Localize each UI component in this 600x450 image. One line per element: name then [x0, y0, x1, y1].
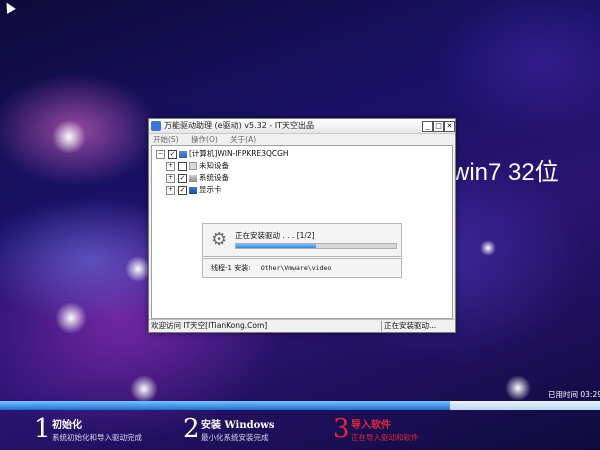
tree-checkbox[interactable]: ✓	[178, 185, 187, 195]
menu-about[interactable]: 关于(A)	[230, 135, 256, 144]
device-tree[interactable]: − ✓ [计算机]WIN-IFPKRE3QCGH + 未知设备 + ✓ 系统设备 + ✓ 显示…	[151, 145, 453, 319]
setup-progress-fill	[0, 401, 450, 410]
window-titlebar[interactable]: 万能驱动助理 (e驱动) v5.32 - IT天空出品 _ □ ✕	[149, 119, 455, 134]
mouse-cursor-icon	[2, 0, 16, 14]
tree-label: 系统设备	[199, 173, 229, 182]
tree-checkbox[interactable]: ✓	[178, 173, 187, 183]
light-flare	[505, 375, 531, 401]
statusbar-divider	[381, 321, 382, 331]
light-flare	[55, 302, 87, 334]
step-number: 3	[333, 414, 350, 444]
window-statusbar: 欢迎访问 IT天空[ITianKong.Com] 正在安装驱动...	[149, 319, 455, 332]
tree-row-unknown[interactable]: + 未知设备	[166, 160, 229, 172]
tree-label: 未知设备	[199, 161, 229, 170]
step-description: 正在导入驱动和软件	[351, 433, 419, 442]
tree-checkbox[interactable]	[178, 161, 187, 171]
install-progress-fill	[236, 244, 316, 248]
light-flare	[130, 375, 158, 403]
expand-icon[interactable]: +	[166, 161, 175, 171]
expand-icon[interactable]: +	[166, 185, 175, 195]
system-device-icon	[189, 174, 197, 182]
install-progress-panel: ⚙ 正在安装驱动 . . . [1/2]	[202, 223, 402, 257]
menu-operate[interactable]: 操作(O)	[191, 135, 218, 144]
tree-checkbox[interactable]: ✓	[168, 149, 177, 159]
gear-icon: ⚙	[211, 229, 228, 250]
computer-icon	[179, 150, 187, 158]
menu-start[interactable]: 开始(S)	[153, 135, 179, 144]
step-number: 2	[183, 414, 200, 444]
statusbar-website-text: 欢迎访问 IT天空[ITianKong.Com]	[151, 321, 268, 330]
thread-label: 线程-1 安装:	[211, 264, 251, 272]
statusbar-state-text: 正在安装驱动...	[384, 321, 437, 330]
app-icon	[151, 121, 161, 131]
step-title: 初始化	[52, 420, 82, 431]
install-progress-bar	[235, 243, 397, 249]
os-version-label: win7 32位	[452, 159, 559, 186]
install-status-text: 正在安装驱动 . . . [1/2]	[235, 231, 315, 240]
step-description: 最小化系统安装完成	[201, 433, 269, 442]
maximize-button[interactable]: □	[433, 121, 444, 132]
step-number: 1	[34, 414, 51, 444]
step-title: 安装 Windows	[201, 420, 275, 431]
elapsed-time-label: 已用时间 03:29	[548, 390, 600, 399]
collapse-icon[interactable]: −	[156, 149, 165, 159]
window-title: 万能驱动助理 (e驱动) v5.32 - IT天空出品	[164, 121, 315, 130]
thread-status-panel: 线程-1 安装: Other\Vmware\video	[202, 258, 402, 278]
light-flare	[52, 120, 86, 154]
close-button[interactable]: ✕	[444, 121, 455, 132]
unknown-device-icon	[189, 162, 197, 170]
expand-icon[interactable]: +	[166, 173, 175, 183]
driver-installer-window[interactable]: 万能驱动助理 (e驱动) v5.32 - IT天空出品 _ □ ✕ 开始(S) …	[148, 118, 456, 333]
minimize-button[interactable]: _	[422, 121, 433, 132]
tree-row-display[interactable]: + ✓ 显示卡	[166, 184, 222, 196]
step-title: 导入软件	[351, 420, 391, 431]
setup-progress-bar	[0, 401, 600, 410]
menu-bar: 开始(S) 操作(O) 关于(A)	[149, 134, 455, 145]
light-flare	[480, 240, 496, 256]
step-description: 系统初始化和导入驱动完成	[52, 433, 142, 442]
tree-label: [计算机]WIN-IFPKRE3QCGH	[189, 149, 289, 158]
tree-label: 显示卡	[199, 185, 222, 194]
tree-row-system[interactable]: + ✓ 系统设备	[166, 172, 229, 184]
tree-row-computer[interactable]: − ✓ [计算机]WIN-IFPKRE3QCGH	[156, 148, 289, 160]
display-card-icon	[189, 186, 197, 194]
thread-path: Other\Vmware\video	[260, 264, 332, 272]
